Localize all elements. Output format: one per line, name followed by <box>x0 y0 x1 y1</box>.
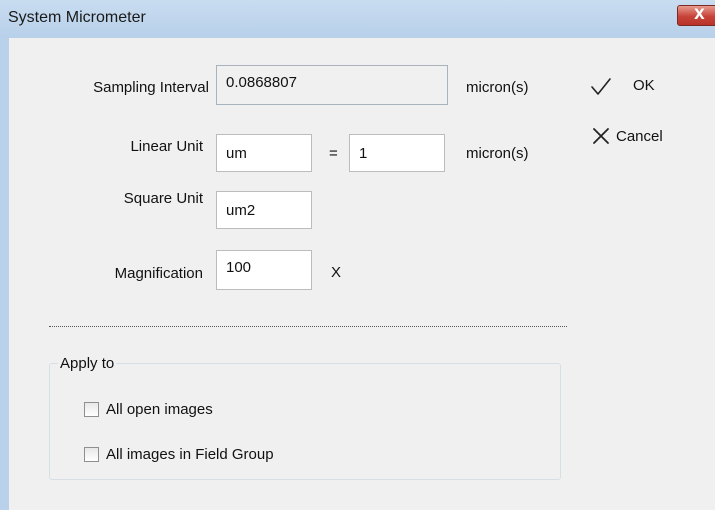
linear-unit-factor-field[interactable]: 1 <box>349 134 445 172</box>
sampling-interval-field[interactable]: 0.0868807 <box>216 65 448 105</box>
system-micrometer-dialog: System Micrometer X Sampling Interval 0.… <box>0 0 715 510</box>
cross-icon <box>593 128 609 144</box>
cancel-label: Cancel <box>616 128 663 145</box>
all-open-images-checkbox[interactable] <box>84 402 99 417</box>
sampling-interval-unit: micron(s) <box>466 79 529 96</box>
linear-unit-label: Linear Unit <box>130 138 203 155</box>
all-images-in-field-group-label: All images in Field Group <box>106 446 274 463</box>
sampling-interval-label: Sampling Interval <box>93 79 209 96</box>
dialog-body: Sampling Interval 0.0868807 micron(s) Li… <box>9 38 715 510</box>
square-unit-field[interactable]: um2 <box>216 191 312 229</box>
equals-sign: = <box>329 145 338 162</box>
ok-label: OK <box>633 77 655 94</box>
linear-unit-field[interactable]: um <box>216 134 312 172</box>
cancel-button[interactable]: Cancel <box>591 126 691 150</box>
close-button[interactable]: X <box>677 5 715 26</box>
magnification-field[interactable]: 100 <box>216 250 312 290</box>
checkmark-icon <box>591 78 611 95</box>
title-bar[interactable]: System Micrometer X <box>0 0 715 38</box>
all-open-images-label: All open images <box>106 401 213 418</box>
window-title: System Micrometer <box>8 9 146 26</box>
square-unit-label: Square Unit <box>123 190 203 207</box>
apply-to-title: Apply to <box>58 355 117 372</box>
apply-to-group: Apply to All open images All images in F… <box>49 355 561 480</box>
linear-unit-unit: micron(s) <box>466 145 529 162</box>
ok-button[interactable]: OK <box>589 74 679 98</box>
magnification-label: Magnification <box>114 265 203 282</box>
section-divider <box>49 326 567 327</box>
close-icon: X <box>694 7 705 23</box>
magnification-suffix: X <box>331 264 342 281</box>
all-images-in-field-group-checkbox[interactable] <box>84 447 99 462</box>
